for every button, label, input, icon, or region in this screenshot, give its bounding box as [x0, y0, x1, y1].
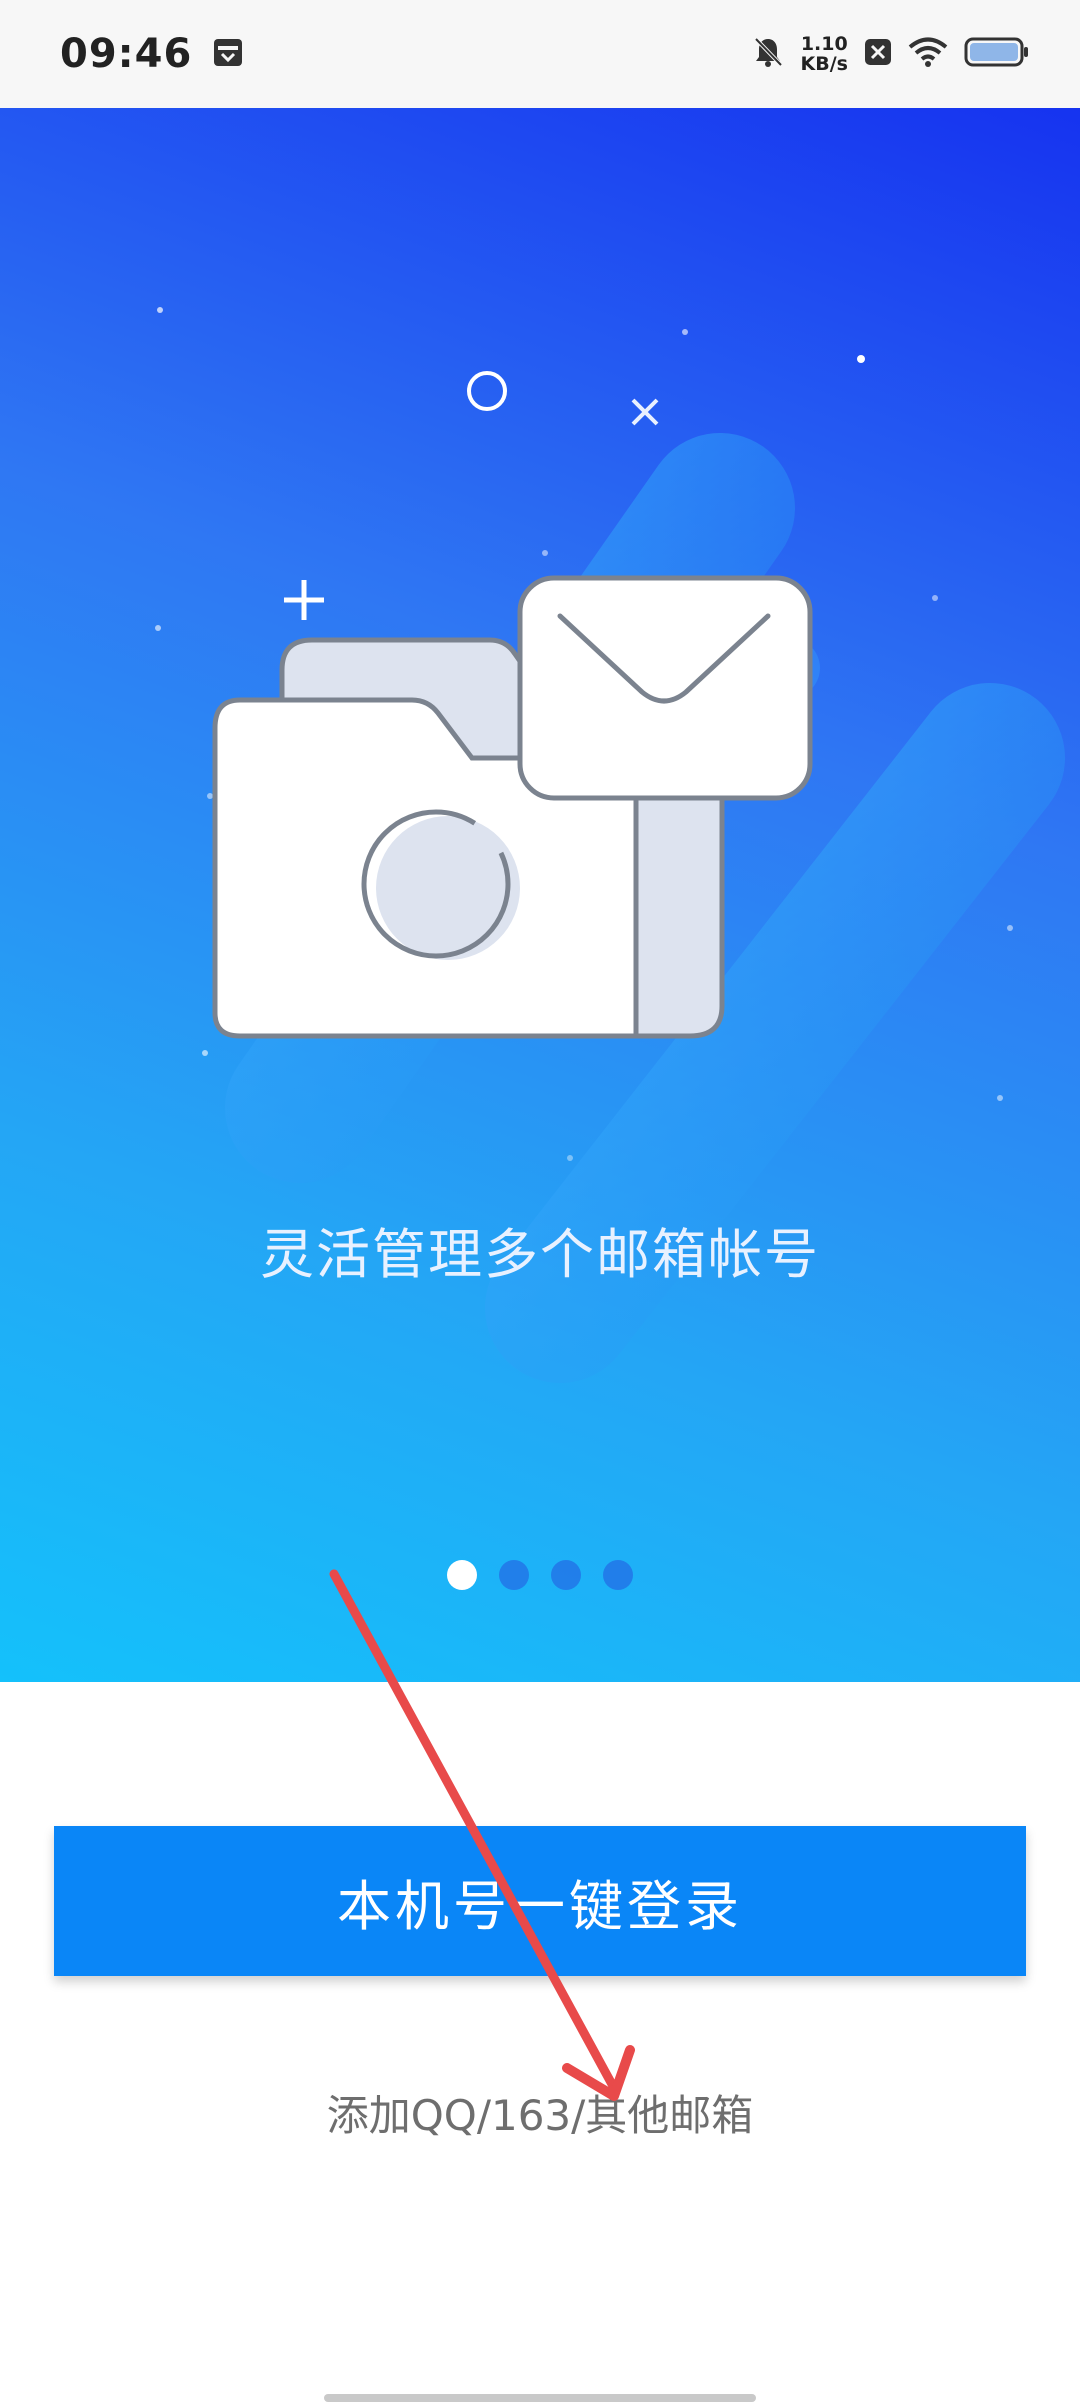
onboarding-illustration — [155, 307, 1065, 1383]
page-dot[interactable] — [603, 1560, 633, 1590]
onboarding-tagline: 灵活管理多个邮箱帐号 — [260, 1223, 820, 1286]
page-dot-active[interactable] — [447, 1560, 477, 1590]
status-left: 09:46 — [60, 31, 244, 77]
page-dot[interactable] — [499, 1560, 529, 1590]
decor-circle — [467, 371, 507, 411]
decor-plus — [284, 580, 324, 620]
envelope-icon — [517, 575, 813, 801]
mute-bell-icon — [751, 35, 785, 73]
net-speed-value: 1.10 — [800, 33, 848, 55]
wifi-icon — [908, 36, 948, 72]
page-dot[interactable] — [551, 1560, 581, 1590]
add-mailbox-link[interactable]: 添加QQ/163/其他邮箱 — [0, 2082, 1080, 2143]
status-right: 1.10 KB/s — [751, 34, 1030, 74]
page-indicator[interactable] — [0, 1560, 1080, 1590]
net-speed-unit: KB/s — [800, 53, 848, 75]
decor-cross — [631, 398, 659, 426]
one-click-login-button[interactable]: 本机号一键登录 — [54, 1826, 1026, 1976]
status-time: 09:46 — [60, 31, 193, 77]
status-bar: 09:46 1.10 KB/s — [0, 0, 1080, 108]
onboarding-banner[interactable]: 灵活管理多个邮箱帐号 — [0, 108, 1080, 1682]
calendar-icon — [212, 36, 244, 72]
net-speed: 1.10 KB/s — [801, 34, 848, 74]
close-box-icon — [864, 38, 892, 70]
home-indicator[interactable] — [324, 2394, 756, 2402]
battery-icon — [964, 36, 1030, 72]
